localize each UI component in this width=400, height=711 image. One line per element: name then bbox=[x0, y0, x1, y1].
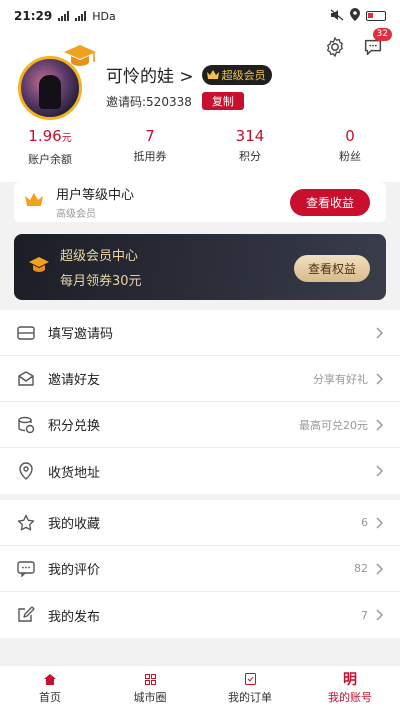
username-row[interactable]: 可怜的娃 > 超级会员 bbox=[106, 62, 272, 87]
message-count-badge: 32 bbox=[372, 28, 392, 41]
vip-card-subtitle: 每月领券30元 bbox=[60, 274, 142, 289]
points-exchange-icon bbox=[16, 415, 36, 435]
stat-label: 账户余额 bbox=[28, 153, 72, 166]
view-earnings-button[interactable]: 查看收益 bbox=[289, 189, 370, 216]
menu-group-1: 填写邀请码 邀请好友 分享有好礼 积分兑换 最高可兑20元 收货地址 bbox=[0, 310, 400, 494]
account-icon: 明 bbox=[343, 672, 357, 688]
menu-item-count: 7 bbox=[361, 608, 368, 622]
stat-coupons[interactable]: 7 抵用券 bbox=[100, 126, 200, 167]
username[interactable]: 可怜的娃 > bbox=[106, 62, 194, 87]
menu-item-label: 我的评价 bbox=[48, 563, 101, 578]
signal-icon bbox=[58, 11, 70, 21]
stat-label: 粉丝 bbox=[339, 150, 361, 163]
tab-home[interactable]: 首页 bbox=[0, 666, 100, 711]
settings-button[interactable] bbox=[322, 34, 348, 60]
level-card-subtitle: 高级会员 bbox=[56, 209, 96, 220]
menu-item-label: 我的收藏 bbox=[48, 517, 101, 532]
status-time: 21:29 bbox=[14, 9, 53, 23]
graduation-cap-icon bbox=[28, 256, 50, 278]
stat-balance[interactable]: 1.96元 账户余额 bbox=[0, 126, 100, 167]
menu-item-label: 我的发布 bbox=[48, 609, 101, 625]
menu-item-hint: 最高可兑20元 bbox=[299, 418, 368, 432]
status-bar: 21:29 HDa bbox=[0, 0, 400, 32]
battery-icon bbox=[366, 11, 386, 21]
network-type: HDa bbox=[92, 9, 116, 23]
invite-code-row: 邀请码:520338 复制 bbox=[106, 92, 244, 110]
comment-icon bbox=[16, 559, 36, 579]
menu-item-reviews[interactable]: 我的评价 82 bbox=[0, 546, 400, 592]
menu-item-invite-friends[interactable]: 邀请好友 分享有好礼 bbox=[0, 356, 400, 402]
status-left: 21:29 HDa bbox=[14, 9, 116, 23]
tab-label: 首页 bbox=[39, 691, 61, 704]
chevron-right-icon bbox=[376, 326, 386, 340]
menu-item-count: 6 bbox=[361, 516, 368, 529]
level-card-title: 用户等级中心 bbox=[56, 188, 135, 203]
chevron-right-icon bbox=[376, 516, 386, 530]
stat-fans[interactable]: 0 粉丝 bbox=[300, 126, 400, 167]
vip-badge: 超级会员 bbox=[201, 64, 272, 85]
user-level-card[interactable]: 用户等级中心 高级会员 查看收益 bbox=[14, 182, 386, 222]
tab-label: 我的订单 bbox=[228, 691, 272, 704]
chevron-right-icon bbox=[376, 562, 386, 576]
profile-header: 32 可怜的娃 > 超级会员 邀请码:520338 复制 1.96元 账户余额 … bbox=[0, 28, 400, 182]
view-benefits-button[interactable]: 查看权益 bbox=[293, 255, 370, 282]
chevron-right-icon bbox=[376, 608, 386, 622]
vip-badge-label: 超级会员 bbox=[221, 68, 266, 82]
tab-account[interactable]: 明 我的账号 bbox=[300, 666, 400, 711]
bottom-tab-bar: 首页 城市圈 我的订单 明 我的账号 bbox=[0, 665, 400, 711]
copy-button[interactable]: 复制 bbox=[201, 92, 244, 110]
stat-value: 314 bbox=[235, 127, 265, 145]
location-pin-icon bbox=[16, 461, 36, 481]
avatar-container[interactable] bbox=[18, 45, 96, 124]
invite-code: 邀请码:520338 bbox=[106, 94, 192, 109]
menu-item-label: 填写邀请码 bbox=[48, 327, 114, 342]
menu-item-points-exchange[interactable]: 积分兑换 最高可兑20元 bbox=[0, 402, 400, 448]
mute-icon bbox=[330, 9, 344, 24]
super-vip-card[interactable]: 超级会员中心 每月领券30元 查看权益 bbox=[14, 234, 386, 300]
menu-item-posts[interactable]: 我的发布 7 bbox=[0, 592, 400, 638]
messages-button[interactable]: 32 bbox=[360, 28, 392, 60]
grid-icon bbox=[144, 672, 156, 686]
menu-group-2: 我的收藏 6 我的评价 82 我的发布 7 bbox=[0, 500, 400, 638]
status-right bbox=[330, 8, 386, 24]
menu-item-hint: 分享有好礼 bbox=[313, 372, 368, 386]
crown-icon bbox=[206, 70, 219, 79]
menu-item-label: 收货地址 bbox=[48, 465, 101, 481]
chevron-right-icon bbox=[376, 418, 386, 432]
stat-value: 7 bbox=[145, 127, 155, 145]
signal-icon-2 bbox=[75, 11, 87, 21]
tab-label: 我的账号 bbox=[328, 691, 372, 704]
menu-item-favorites[interactable]: 我的收藏 6 bbox=[0, 500, 400, 546]
tab-city-circle[interactable]: 城市圈 bbox=[100, 666, 200, 711]
invite-code-icon bbox=[16, 323, 36, 343]
crown-icon bbox=[24, 192, 44, 212]
menu-item-count: 82 bbox=[354, 562, 368, 575]
stats-row: 1.96元 账户余额 7 抵用券 314 积分 0 粉丝 bbox=[0, 126, 400, 167]
chevron-right-icon bbox=[376, 372, 386, 386]
invite-friend-icon bbox=[16, 369, 36, 389]
header-actions: 32 bbox=[322, 28, 392, 60]
menu-item-address[interactable]: 收货地址 bbox=[0, 448, 400, 494]
vip-card-title: 超级会员中心 bbox=[60, 249, 139, 264]
edit-icon bbox=[16, 605, 36, 625]
star-icon bbox=[16, 513, 36, 533]
order-icon bbox=[244, 672, 256, 686]
home-icon bbox=[44, 672, 56, 686]
stat-value: 0 bbox=[345, 127, 355, 145]
tab-label: 城市圈 bbox=[133, 691, 167, 704]
stat-label: 抵用券 bbox=[133, 150, 167, 163]
graduation-cap-icon bbox=[62, 42, 98, 74]
location-icon bbox=[350, 8, 360, 24]
chevron-right-icon bbox=[376, 464, 386, 478]
stat-value: 1.96 bbox=[28, 127, 62, 145]
stat-label: 积分 bbox=[239, 150, 261, 163]
gear-icon bbox=[327, 37, 343, 57]
tab-orders[interactable]: 我的订单 bbox=[200, 666, 300, 711]
menu-item-label: 邀请好友 bbox=[48, 373, 101, 388]
stat-points[interactable]: 314 积分 bbox=[200, 126, 300, 167]
menu-item-label: 积分兑换 bbox=[48, 419, 101, 434]
stat-unit: 元 bbox=[61, 133, 72, 144]
menu-item-invite-code[interactable]: 填写邀请码 bbox=[0, 310, 400, 356]
